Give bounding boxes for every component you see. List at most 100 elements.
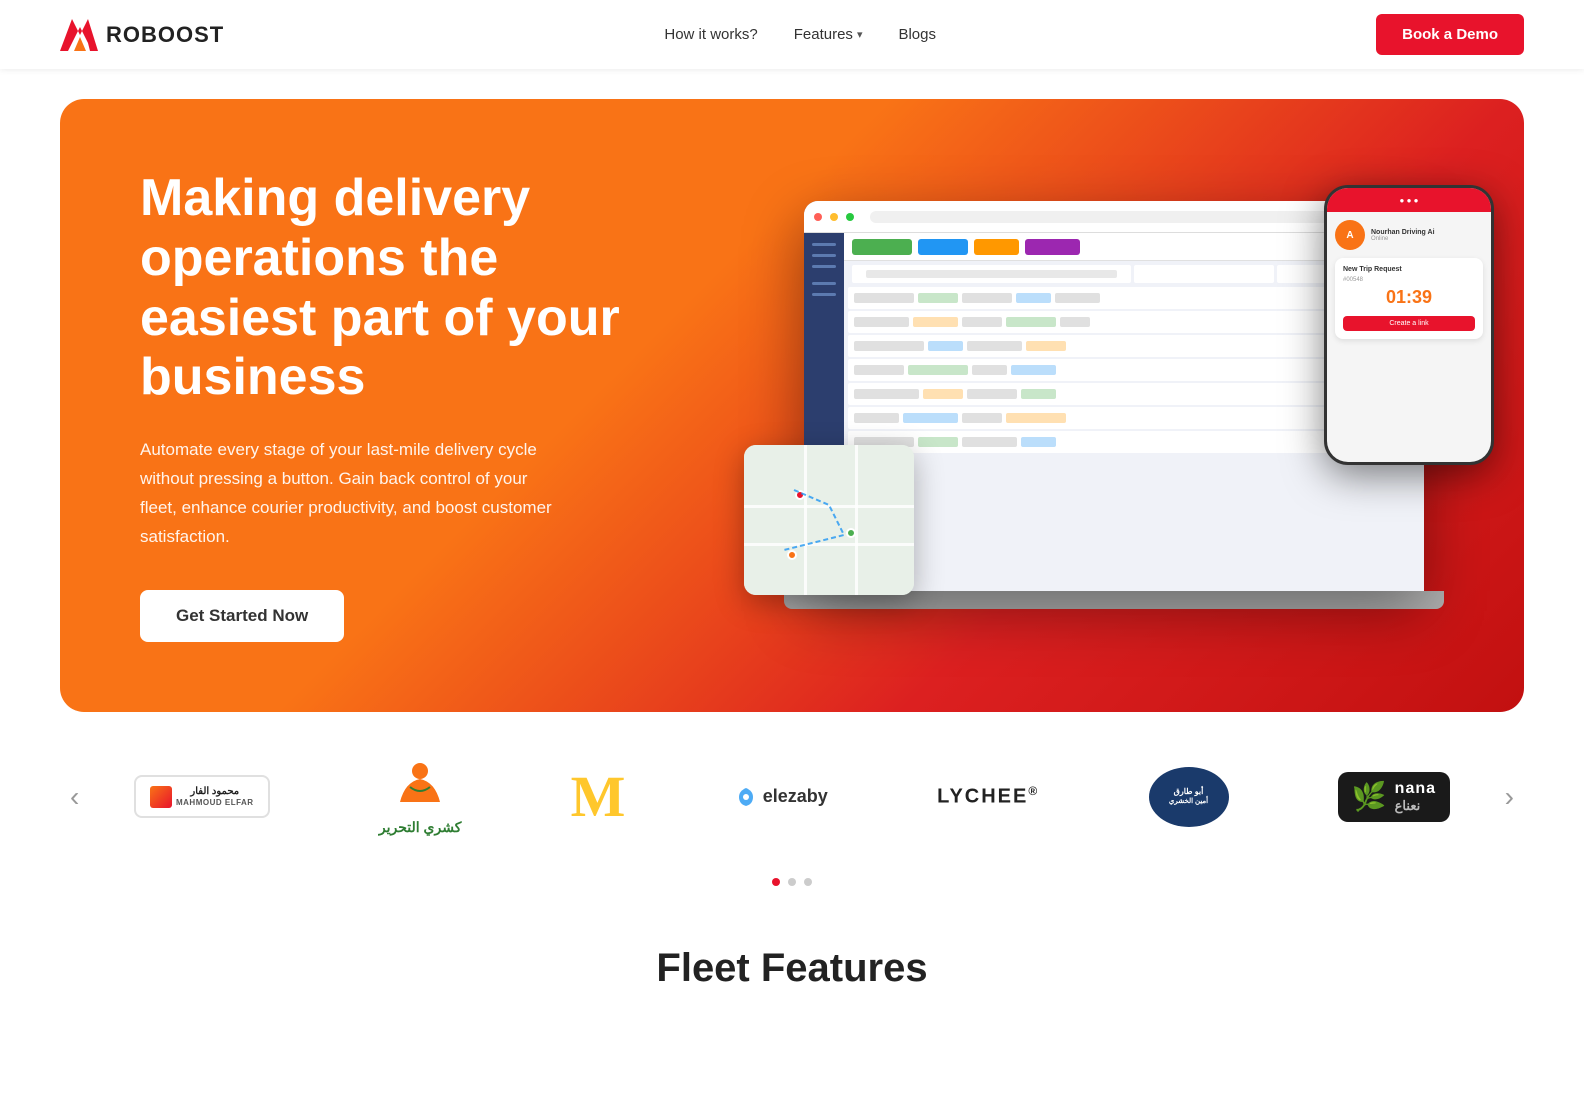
table-cell [913,317,958,327]
toolbar-tag-2 [918,239,968,255]
nav-blogs[interactable]: Blogs [898,26,936,43]
table-cell [903,413,958,423]
table-cell [972,365,1007,375]
nav-links: How it works? Features ▾ Blogs [664,26,936,43]
sidebar-icon [812,243,836,246]
abutariq-name: أبو طارق [1169,786,1208,797]
table-cell [962,317,1002,327]
table-cell [1011,365,1056,375]
hero-section: Making delivery operations the easiest p… [60,99,1524,712]
nav-how-it-works[interactable]: How it works? [664,26,757,43]
table-cell [918,293,958,303]
phone-trip-card: New Trip Request #00548 01:39 Create a l… [1335,258,1483,339]
phone-topbar-text: ● ● ● [1400,196,1419,205]
table-cell [928,341,963,351]
table-cell [1021,389,1056,399]
hero-title: Making delivery operations the easiest p… [140,169,620,408]
map-route [744,445,914,595]
table-cell [962,413,1002,423]
client-logo-nana: 🌿 nana نعناع [1338,762,1450,832]
get-started-button[interactable]: Get Started Now [140,590,344,642]
sidebar-icon [812,254,836,257]
elezaby-icon [735,786,757,808]
table-cell [1026,341,1066,351]
table-cell [1006,317,1056,327]
client-logo-elezaby: elezaby [735,762,828,832]
phone-user-area: A Nourhan Driving Ai Online [1335,220,1483,250]
navbar: ROBOOST How it works? Features ▾ Blogs B… [0,0,1584,69]
logo[interactable]: ROBOOST [60,19,224,51]
elezaby-logo: elezaby [735,786,828,808]
phone-timer: 01:39 [1343,287,1475,308]
elezaby-logo-text: elezaby [763,786,828,807]
carousel-dot-3[interactable] [804,878,812,886]
nana-icon: 🌿 [1352,780,1387,813]
map-overlay [744,445,914,595]
carousel-dot-2[interactable] [788,878,796,886]
prev-arrow-button[interactable]: ‹ [60,781,89,813]
book-demo-button[interactable]: Book a Demo [1376,14,1524,55]
client-logo-mahmoud-elfar: محمود الفار MAHMOUD ELFAR [134,762,270,832]
minimize-dot [830,213,838,221]
table-cell [962,437,1017,447]
hero-mockup: ● ● ● A Nourhan Driving Ai Online New Tr… [764,195,1464,615]
nana-text-ar: نعناع [1395,798,1436,814]
client-logo-kashry: كشري التحرير [379,762,462,832]
phone-user-name: Nourhan Driving Ai [1371,229,1435,236]
expand-dot [846,213,854,221]
phone-mockup: ● ● ● A Nourhan Driving Ai Online New Tr… [1324,185,1494,465]
phone-card-subtitle: #00548 [1343,277,1475,283]
mcdonalds-logo: M [571,763,626,830]
table-cell [1016,293,1051,303]
map-inner [744,445,914,595]
client-logo-abutariq: أبو طارق أمين الخشري [1149,762,1229,832]
client-logo-mcdonalds: M [571,762,626,832]
table-cell [923,389,963,399]
mahmoud-logo-icon [150,786,172,808]
phone-screen: ● ● ● A Nourhan Driving Ai Online New Tr… [1327,188,1491,462]
table-cell [854,293,914,303]
fleet-title: Fleet Features [60,946,1524,991]
clients-logos: محمود الفار MAHMOUD ELFAR كشري التحرير [89,762,1494,832]
table-cell [918,437,958,447]
table-cell [854,341,924,351]
carousel-dots [0,878,1584,906]
phone-topbar: ● ● ● [1327,188,1491,212]
logo-icon [60,19,98,51]
phone-cta-button[interactable]: Create a link [1343,316,1475,331]
nana-logo: 🌿 nana نعناع [1338,772,1450,822]
nav-features[interactable]: Features ▾ [794,26,863,43]
table-cell [908,365,968,375]
kashry-icon-container [390,757,450,817]
phone-content: A Nourhan Driving Ai Online New Trip Req… [1327,212,1491,353]
abutariq-logo: أبو طارق أمين الخشري [1149,767,1229,827]
table-cell [1006,413,1066,423]
sidebar-icon [812,265,836,268]
kashry-logo: كشري التحرير [379,757,462,836]
hero-content: Making delivery operations the easiest p… [140,169,620,642]
table-cell [854,413,899,423]
toolbar-tag-3 [974,239,1019,255]
table-cell [1055,293,1100,303]
table-cell [967,341,1022,351]
abutariq-subtitle: أمين الخشري [1169,797,1208,807]
mahmoud-logo-name-en: MAHMOUD ELFAR [176,798,254,808]
hero-subtitle: Automate every stage of your last-mile d… [140,436,560,552]
toolbar-tag-1 [852,239,912,255]
sidebar-icon [812,293,836,296]
logo-text: ROBOOST [106,22,224,48]
table-cell [962,293,1012,303]
table-cell [854,317,909,327]
sidebar-icon [812,282,836,285]
carousel-dot-1[interactable] [772,878,780,886]
table-cell [1021,437,1056,447]
features-chevron-icon: ▾ [857,28,863,41]
clients-section: ‹ محمود الفار MAHMOUD ELFAR [0,712,1584,862]
client-logo-lychee: LYCHEE® [937,762,1039,832]
avatar: A [1335,220,1365,250]
mahmoud-elfar-logo: محمود الفار MAHMOUD ELFAR [134,775,270,818]
toolbar-tag-4 [1025,239,1080,255]
phone-card-title: New Trip Request [1343,266,1475,273]
next-arrow-button[interactable]: › [1495,781,1524,813]
kashry-icon [390,757,450,817]
